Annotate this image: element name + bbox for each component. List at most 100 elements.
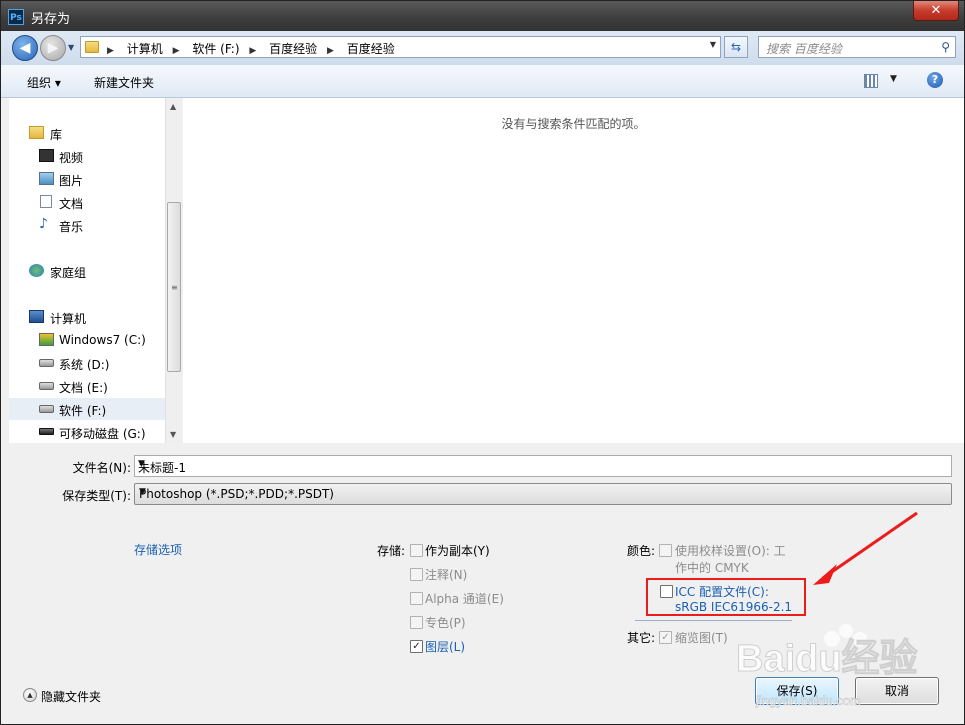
other-section-label: 其它: xyxy=(627,631,656,645)
nav-item-label: Windows7 (C:) xyxy=(59,333,146,347)
command-toolbar: 组织 ▾ 新建文件夹 ▼ ? xyxy=(1,65,964,98)
scrollbar-thumb[interactable]: ≡ xyxy=(167,202,181,372)
notes-checkbox xyxy=(410,568,423,581)
title-bar[interactable]: Ps 另存为 ✕ xyxy=(1,1,964,31)
hide-folders-label: 隐藏文件夹 xyxy=(41,690,102,704)
spot-colors-checkbox xyxy=(410,616,423,629)
dialog-title: 另存为 xyxy=(31,12,71,27)
nav-item-music[interactable]: ♪ 音乐 xyxy=(9,214,165,236)
save-options-panel: 文件名(N): 未标题-1 ▼ 保存类型(T): Photoshop (*.PS… xyxy=(1,443,964,724)
empty-results-message: 没有与搜索条件匹配的项。 xyxy=(501,117,646,131)
view-options-dropdown-icon[interactable]: ▼ xyxy=(890,74,897,84)
computer-icon xyxy=(29,310,44,323)
new-folder-button[interactable]: 新建文件夹 xyxy=(94,74,154,91)
nav-item-homegroup[interactable]: 家庭组 xyxy=(9,260,165,282)
layers-label[interactable]: 图层(L) xyxy=(425,638,465,655)
video-icon xyxy=(39,149,54,162)
cancel-button[interactable]: 取消 xyxy=(855,677,939,705)
search-placeholder: 搜索 百度经验 xyxy=(766,42,842,56)
system-drive-icon xyxy=(39,333,54,346)
nav-item-drive-e[interactable]: 文档 (E:) xyxy=(9,375,165,397)
nav-item-drive-c[interactable]: Windows7 (C:) xyxy=(9,329,165,351)
breadcrumb: ▶ 计算机 ▶ 软件 (F:) ▶ 百度经验 ▶ 百度经验 xyxy=(105,40,399,57)
as-copy-checkbox[interactable] xyxy=(410,544,423,557)
filename-input[interactable]: 未标题-1 ▼ xyxy=(134,455,952,477)
nav-item-label: 系统 (D:) xyxy=(59,358,110,372)
change-view-icon[interactable] xyxy=(864,74,878,88)
save-button[interactable]: 保存(S) xyxy=(755,677,839,705)
picture-icon xyxy=(39,172,54,185)
nav-item-label: 音乐 xyxy=(59,220,84,234)
address-dropdown-icon[interactable]: ▼ xyxy=(710,40,716,49)
breadcrumb-item[interactable]: 软件 (F:) xyxy=(192,40,239,57)
breadcrumb-item[interactable]: 计算机 xyxy=(127,40,163,57)
nav-item-pictures[interactable]: 图片 xyxy=(9,168,165,190)
breadcrumb-separator-icon[interactable]: ▶ xyxy=(327,46,334,56)
alpha-channels-checkbox xyxy=(410,592,423,605)
recent-pages-dropdown-icon[interactable]: ▼ xyxy=(68,43,76,53)
nav-item-label: 文档 xyxy=(59,197,84,211)
back-button[interactable]: ◀ xyxy=(12,35,38,61)
nav-item-label: 计算机 xyxy=(50,312,87,326)
library-icon xyxy=(29,126,44,139)
forward-button[interactable]: ▶ xyxy=(40,35,66,61)
filetype-dropdown-icon[interactable]: ▼ xyxy=(139,487,947,497)
breadcrumb-separator-icon[interactable]: ▶ xyxy=(249,46,256,56)
address-bar[interactable]: ▶ 计算机 ▶ 软件 (F:) ▶ 百度经验 ▶ 百度经验 ▼ xyxy=(80,36,721,58)
nav-item-label: 文档 (E:) xyxy=(59,381,108,395)
nav-item-documents[interactable]: 文档 xyxy=(9,191,165,213)
filetype-select[interactable]: Photoshop (*.PSD;*.PDD;*.PSDT) ▼ xyxy=(134,483,952,505)
scroll-up-icon[interactable]: ▲ xyxy=(170,102,176,111)
breadcrumb-separator-icon[interactable]: ▶ xyxy=(107,46,114,56)
nav-item-drive-g[interactable]: 可移动磁盘 (G:) xyxy=(9,421,165,443)
scrollbar-grip-icon: ≡ xyxy=(171,283,178,292)
breadcrumb-item[interactable]: 百度经验 xyxy=(347,40,395,57)
nav-item-label: 视频 xyxy=(59,151,84,165)
filename-dropdown-icon[interactable]: ▼ xyxy=(138,459,947,469)
removable-drive-icon xyxy=(39,428,54,435)
notes-label: 注释(N) xyxy=(425,568,468,582)
storage-options-link[interactable]: 存储选项 xyxy=(134,541,182,558)
use-proof-setup-label-line2: 作中的 CMYK xyxy=(675,561,749,575)
nav-item-computer[interactable]: 计算机 xyxy=(9,306,165,328)
collapse-up-icon: ▲ xyxy=(23,688,37,702)
filetype-label: 保存类型(T): xyxy=(62,489,131,503)
drive-icon xyxy=(39,382,54,390)
navigation-pane-scrollbar[interactable]: ▲ ≡ ▼ xyxy=(165,98,182,443)
use-proof-setup-label: 使用校样设置(O): 工 xyxy=(675,544,786,558)
nav-item-video[interactable]: 视频 xyxy=(9,145,165,167)
search-input[interactable]: 搜索 百度经验 ⚲ xyxy=(758,36,956,58)
document-icon xyxy=(40,195,52,208)
search-icon[interactable]: ⚲ xyxy=(941,40,950,54)
color-section-label: 颜色: xyxy=(627,544,656,558)
nav-item-label: 库 xyxy=(50,128,63,142)
save-section-label: 存储: xyxy=(377,544,406,558)
nav-item-library[interactable]: 库 xyxy=(9,122,165,144)
nav-item-label: 图片 xyxy=(59,174,84,188)
refresh-button[interactable]: ⇆ xyxy=(724,36,748,58)
nav-item-drive-d[interactable]: 系统 (D:) xyxy=(9,352,165,374)
drive-icon xyxy=(39,359,54,367)
nav-item-label: 可移动磁盘 (G:) xyxy=(59,427,146,441)
as-copy-label[interactable]: 作为副本(Y) xyxy=(425,542,490,559)
layers-checkbox[interactable]: ✓ xyxy=(410,640,423,653)
spot-colors-label: 专色(P) xyxy=(425,616,466,630)
nav-item-label: 软件 (F:) xyxy=(59,404,107,418)
organize-menu-button[interactable]: 组织 ▾ xyxy=(27,74,61,91)
breadcrumb-item[interactable]: 百度经验 xyxy=(269,40,317,57)
help-icon[interactable]: ? xyxy=(927,72,943,88)
thumbnail-checkbox: ✓ xyxy=(659,631,672,644)
highlight-box xyxy=(646,578,806,616)
close-button[interactable]: ✕ xyxy=(913,1,959,21)
navigation-pane: 库 视频 图片 文档 ♪ 音乐 家庭组 计算机 Windows7 (C:) 系统… xyxy=(9,98,182,443)
options-divider xyxy=(635,620,792,621)
folder-icon xyxy=(85,41,99,53)
alpha-channels-label: Alpha 通道(E) xyxy=(425,592,504,606)
breadcrumb-separator-icon[interactable]: ▶ xyxy=(173,46,180,56)
use-proof-setup-checkbox xyxy=(659,544,672,557)
nav-item-drive-f[interactable]: 软件 (F:) xyxy=(9,398,165,420)
file-list-pane[interactable]: 没有与搜索条件匹配的项。 xyxy=(183,98,964,443)
navigation-bar: ◀ ▶ ▼ ▶ 计算机 ▶ 软件 (F:) ▶ 百度经验 ▶ 百度经验 ▼ ⇆ … xyxy=(1,31,964,65)
nav-item-label: 家庭组 xyxy=(50,266,87,280)
scroll-down-icon[interactable]: ▼ xyxy=(170,430,176,439)
